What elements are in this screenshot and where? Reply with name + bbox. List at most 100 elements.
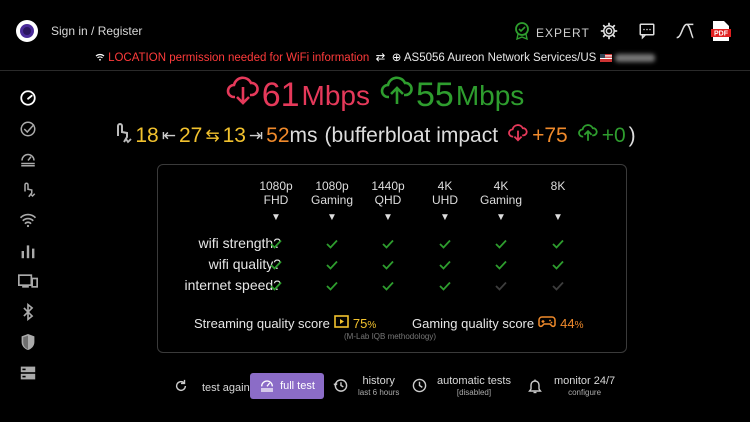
automatic-tests-button[interactable]: automatic tests [disabled]	[412, 375, 511, 399]
latency-line: 18 ⇤ 27 ⇆ 13 ⇥ 52 ms (bufferbloat impact…	[0, 122, 750, 150]
column-header-line1: 8K	[550, 179, 566, 193]
caret-down-icon[interactable]: ▼	[246, 212, 306, 223]
expert-mode-toggle[interactable]: EXPERT	[514, 22, 590, 43]
gamepad-icon	[538, 315, 556, 331]
network-info: AS5056 Aureon Network Services/US	[403, 52, 597, 64]
exchange-icon: ⇆	[205, 126, 220, 145]
clock-icon	[412, 378, 427, 396]
column-header-line1: 1080p	[259, 179, 293, 193]
history-sub: last 6 hours	[358, 388, 400, 397]
close-paren: )	[628, 124, 636, 147]
jitter-value: 13	[222, 124, 246, 147]
bell-icon	[528, 378, 542, 397]
monitor-button[interactable]: monitor 24/7 configure	[528, 375, 615, 399]
caret-down-icon[interactable]: ▼	[358, 212, 418, 223]
history-button[interactable]: history last 6 hours	[333, 375, 399, 399]
gauge-lines-icon[interactable]	[18, 149, 38, 169]
us-flag-icon	[599, 52, 615, 64]
refresh-icon	[174, 379, 188, 396]
check-icon	[358, 257, 418, 275]
column-header-line1: 4K	[437, 179, 453, 193]
check-icon	[528, 236, 588, 254]
check-icon	[415, 236, 475, 254]
monitor-label: monitor 24/7	[554, 375, 616, 387]
redacted-ip	[614, 53, 655, 62]
check-icon	[471, 257, 531, 275]
server-icon[interactable]	[18, 363, 38, 383]
check-icon	[246, 257, 306, 275]
ping-hand-icon[interactable]	[18, 180, 38, 200]
expert-label: EXPERT	[536, 25, 590, 40]
check-faded-icon	[528, 278, 588, 296]
ping-hand-large-icon	[114, 122, 132, 150]
upload-value: 55	[416, 76, 454, 114]
test-again-button[interactable]: test again	[174, 379, 250, 396]
expert-badge-icon	[514, 22, 530, 43]
gear-icon[interactable]	[598, 20, 620, 42]
caret-down-icon[interactable]: ▼	[302, 212, 362, 223]
download-value: 61	[261, 76, 300, 114]
upload-bufferbloat: +0	[601, 124, 626, 147]
location-warning[interactable]: LOCATION permission needed for WiFi info…	[108, 52, 369, 64]
check-icon	[302, 257, 362, 275]
history-icon	[333, 378, 348, 396]
bufferbloat-label: (bufferbloat impact	[324, 124, 499, 147]
check-icon	[302, 278, 362, 296]
check-icon	[471, 236, 531, 254]
wifi-icon[interactable]	[18, 210, 38, 230]
right-arrow-icon: ⇥	[248, 126, 264, 145]
check-icon	[415, 257, 475, 275]
column-header-line2: QHD	[374, 193, 402, 207]
status-line: LOCATION permission needed for WiFi info…	[0, 50, 750, 64]
latency-unit: ms	[289, 124, 318, 147]
caret-down-icon[interactable]: ▼	[415, 212, 475, 223]
automatic-tests-label: automatic tests	[437, 375, 511, 387]
streaming-score-value: 75%	[352, 315, 377, 331]
swap-icon: ⇄	[372, 52, 389, 64]
column-header-line2: Gaming	[310, 193, 354, 207]
chat-icon[interactable]	[636, 20, 658, 42]
column-header-line2: UHD	[432, 193, 458, 207]
shield-icon[interactable]	[18, 332, 38, 352]
full-test-button[interactable]: full test	[250, 373, 324, 399]
column-header-line2: FHD	[263, 193, 289, 207]
column-header: 1080p Gaming	[302, 179, 362, 207]
check-icon	[246, 278, 306, 296]
methodology-note[interactable]: (M-Lab IQB methodology)	[344, 332, 436, 341]
speed-results: 61 Mbps 55 Mbps	[0, 76, 750, 115]
app-logo[interactable]	[16, 20, 38, 42]
upload-unit: Mbps	[455, 79, 525, 111]
sign-in-link[interactable]: Sign in / Register	[51, 24, 142, 38]
top-bar: Sign in / Register EXPERT PDF	[0, 0, 750, 48]
bar-chart-icon[interactable]	[18, 241, 38, 261]
check-icon	[415, 278, 475, 296]
download-speed: 61 Mbps	[226, 76, 370, 115]
check-icon	[302, 236, 362, 254]
check-faded-icon	[471, 278, 531, 296]
pdf-icon[interactable]: PDF	[710, 20, 732, 42]
bluetooth-icon[interactable]	[18, 302, 38, 322]
check-icon	[246, 236, 306, 254]
upload-speed: 55 Mbps	[380, 76, 524, 115]
curve-icon[interactable]	[674, 20, 696, 42]
ping-value: 52	[266, 124, 290, 147]
full-test-label: full test	[280, 380, 315, 392]
caret-down-icon[interactable]: ▼	[471, 212, 531, 223]
column-header-line1: 4K	[493, 179, 509, 193]
devices-icon[interactable]	[18, 271, 38, 291]
monitor-sub: configure	[568, 388, 602, 397]
column-header-line1: 1440p	[371, 179, 405, 193]
check-icon	[528, 257, 588, 275]
column-header: 1440p QHD	[358, 179, 418, 207]
test-again-label: test again	[202, 381, 250, 394]
globe-icon: ⊕	[391, 52, 402, 64]
download-bufferbloat: +75	[532, 124, 568, 147]
column-header: 4K Gaming	[471, 179, 531, 207]
streaming-score-label: Streaming quality score	[194, 315, 330, 331]
cloud-upload-small-icon	[577, 124, 599, 148]
wifi-small-icon	[95, 53, 108, 64]
caret-down-icon[interactable]: ▼	[528, 212, 588, 223]
svg-text:PDF: PDF	[714, 31, 729, 38]
column-header: 8K	[528, 179, 588, 193]
full-test-icon	[259, 377, 275, 396]
